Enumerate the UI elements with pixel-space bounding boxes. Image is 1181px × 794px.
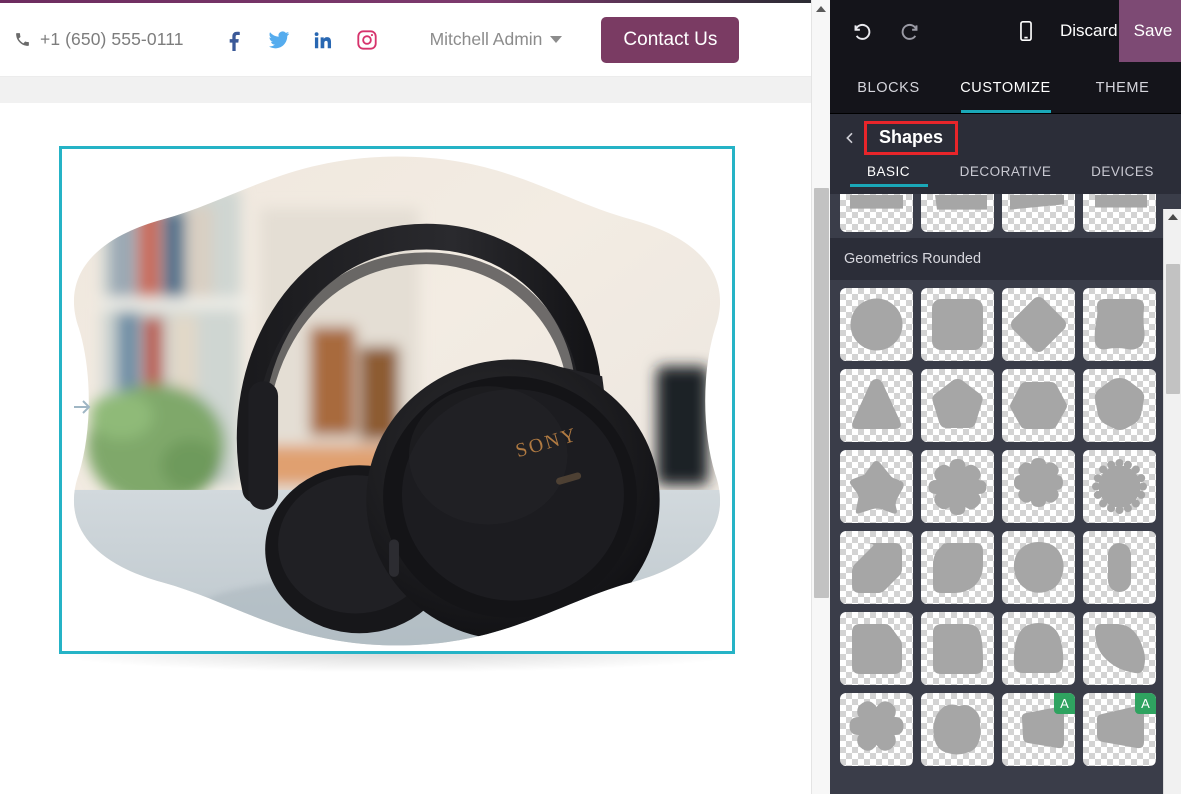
editor-toolbar: Discard Save bbox=[830, 0, 1181, 62]
subtab-decorative-label: DECORATIVE bbox=[959, 164, 1052, 179]
shape-tile-leaf-rounded[interactable] bbox=[921, 531, 994, 604]
tab-blocks[interactable]: BLOCKS bbox=[830, 62, 947, 113]
subtab-devices-label: DEVICES bbox=[1091, 164, 1154, 179]
subtab-decorative[interactable]: DECORATIVE bbox=[947, 162, 1064, 179]
masked-product-image: SONY bbox=[73, 156, 721, 646]
shape-tile-rounded-hexagon[interactable] bbox=[1002, 369, 1075, 442]
shape-tile-flower-6-petal[interactable] bbox=[921, 450, 994, 523]
scroll-up-arrow-icon[interactable] bbox=[1167, 214, 1178, 220]
shape-tile-egg-blob[interactable] bbox=[1002, 531, 1075, 604]
shape-tile-rounded-star-5[interactable] bbox=[840, 450, 913, 523]
website-preview: +1 (650) 555-0111 Mitchell Admin Contact… bbox=[0, 0, 830, 794]
image-container: SONY bbox=[62, 149, 732, 651]
twitter-icon[interactable] bbox=[268, 29, 290, 51]
shape-tile-quarter-circle[interactable] bbox=[1083, 612, 1156, 685]
tab-blocks-label: BLOCKS bbox=[857, 79, 920, 96]
facebook-icon[interactable] bbox=[224, 29, 246, 51]
shape-tile-tilted-quad-right[interactable]: A bbox=[1083, 693, 1156, 766]
tab-theme[interactable]: THEME bbox=[1064, 62, 1181, 113]
phone-number: +1 (650) 555-0111 bbox=[40, 29, 184, 49]
shapes-panel-header: Shapes bbox=[830, 114, 1181, 162]
user-menu-label: Mitchell Admin bbox=[429, 29, 543, 49]
linkedin-icon[interactable] bbox=[312, 29, 334, 51]
shape-tile-rectangle-band[interactable] bbox=[1083, 194, 1156, 232]
shape-tile-dome-square[interactable] bbox=[921, 612, 994, 685]
page-body: SONY bbox=[0, 103, 811, 672]
undo-icon[interactable] bbox=[852, 21, 873, 42]
instagram-icon[interactable] bbox=[356, 29, 378, 51]
shape-tile-clover-4[interactable] bbox=[840, 693, 913, 766]
discard-button[interactable]: Discard bbox=[1060, 21, 1118, 41]
social-links bbox=[224, 29, 378, 51]
panel-scrollbar[interactable] bbox=[1163, 209, 1181, 794]
shape-tile-blob-rounded[interactable] bbox=[921, 693, 994, 766]
shape-tile-squircle-wavy[interactable] bbox=[1083, 288, 1156, 361]
site-header: +1 (650) 555-0111 Mitchell Admin Contact… bbox=[0, 3, 811, 77]
shapes-sub-tabs: BASIC DECORATIVE DEVICES bbox=[830, 162, 1181, 194]
mobile-device-icon[interactable] bbox=[1018, 20, 1034, 42]
subtab-basic-label: BASIC bbox=[866, 164, 910, 179]
shape-tile-arch-shape[interactable] bbox=[1002, 612, 1075, 685]
shape-tile-rounded-triangle[interactable] bbox=[840, 369, 913, 442]
shape-tile-trapezoid-slanted[interactable] bbox=[921, 194, 994, 232]
tab-customize[interactable]: CUSTOMIZE bbox=[947, 62, 1064, 113]
shape-tile-rounded-square[interactable] bbox=[921, 288, 994, 361]
tab-customize-label: CUSTOMIZE bbox=[960, 79, 1051, 96]
animated-badge: A bbox=[1135, 693, 1156, 714]
shape-tile-tilted-quad-left[interactable]: A bbox=[1002, 693, 1075, 766]
shape-tile-corner-cut-shape[interactable] bbox=[840, 531, 913, 604]
phone-group[interactable]: +1 (650) 555-0111 bbox=[14, 29, 184, 50]
undo-redo-group bbox=[830, 21, 920, 42]
shape-tile-circle[interactable] bbox=[840, 288, 913, 361]
browser-scrollbar-thumb[interactable] bbox=[814, 188, 829, 598]
subtab-basic[interactable]: BASIC bbox=[830, 162, 947, 179]
shapes-panel-title: Shapes bbox=[879, 127, 944, 147]
phone-icon bbox=[16, 33, 29, 46]
contact-us-button[interactable]: Contact Us bbox=[601, 16, 740, 63]
browser-scrollbar[interactable] bbox=[811, 0, 830, 794]
shape-tile-rounded-diamond[interactable] bbox=[1002, 288, 1075, 361]
animated-badge: A bbox=[1054, 693, 1075, 714]
shape-tile-rounded-heptagon[interactable] bbox=[1083, 369, 1156, 442]
block-shadow bbox=[59, 654, 735, 672]
panel-scrollbar-thumb[interactable] bbox=[1166, 264, 1180, 394]
shape-tile-gear-starburst[interactable] bbox=[1083, 450, 1156, 523]
shape-tile-pill-vertical[interactable] bbox=[1083, 531, 1156, 604]
shapes-scroll-area[interactable]: Geometrics Rounded A A bbox=[830, 194, 1181, 794]
shape-group-clipped bbox=[830, 194, 1181, 238]
shapes-title-highlight: Shapes bbox=[864, 121, 959, 155]
chevron-down-icon bbox=[550, 36, 563, 43]
page-spacer-band bbox=[0, 77, 811, 103]
selected-image-block[interactable]: SONY bbox=[59, 146, 735, 654]
app-root: +1 (650) 555-0111 Mitchell Admin Contact… bbox=[0, 0, 1181, 794]
scroll-up-arrow-icon[interactable] bbox=[816, 6, 826, 12]
chevron-left-icon[interactable] bbox=[842, 130, 858, 146]
subtab-devices[interactable]: DEVICES bbox=[1064, 162, 1181, 179]
shape-tile-angled-corner-square[interactable] bbox=[840, 612, 913, 685]
editor-main-tabs: BLOCKS CUSTOMIZE THEME bbox=[830, 62, 1181, 114]
tab-theme-label: THEME bbox=[1095, 79, 1150, 96]
save-button[interactable]: Save bbox=[1119, 0, 1181, 62]
user-menu[interactable]: Mitchell Admin bbox=[430, 29, 563, 50]
shape-tile-trapezoid-wedge[interactable] bbox=[1002, 194, 1075, 232]
shape-group-geometrics-rounded: A A bbox=[830, 280, 1181, 774]
shape-tile-flower-8-petal[interactable] bbox=[1002, 450, 1075, 523]
redo-icon[interactable] bbox=[899, 21, 920, 42]
shape-tile-trapezoid-flat-top[interactable] bbox=[840, 194, 913, 232]
shape-tile-rounded-pentagon[interactable] bbox=[921, 369, 994, 442]
website-editor-panel: Discard Save BLOCKS CUSTOMIZE THEME Shap… bbox=[830, 0, 1181, 794]
carousel-next-arrow-icon[interactable] bbox=[70, 395, 94, 419]
shape-group-label: Geometrics Rounded bbox=[830, 238, 1181, 280]
